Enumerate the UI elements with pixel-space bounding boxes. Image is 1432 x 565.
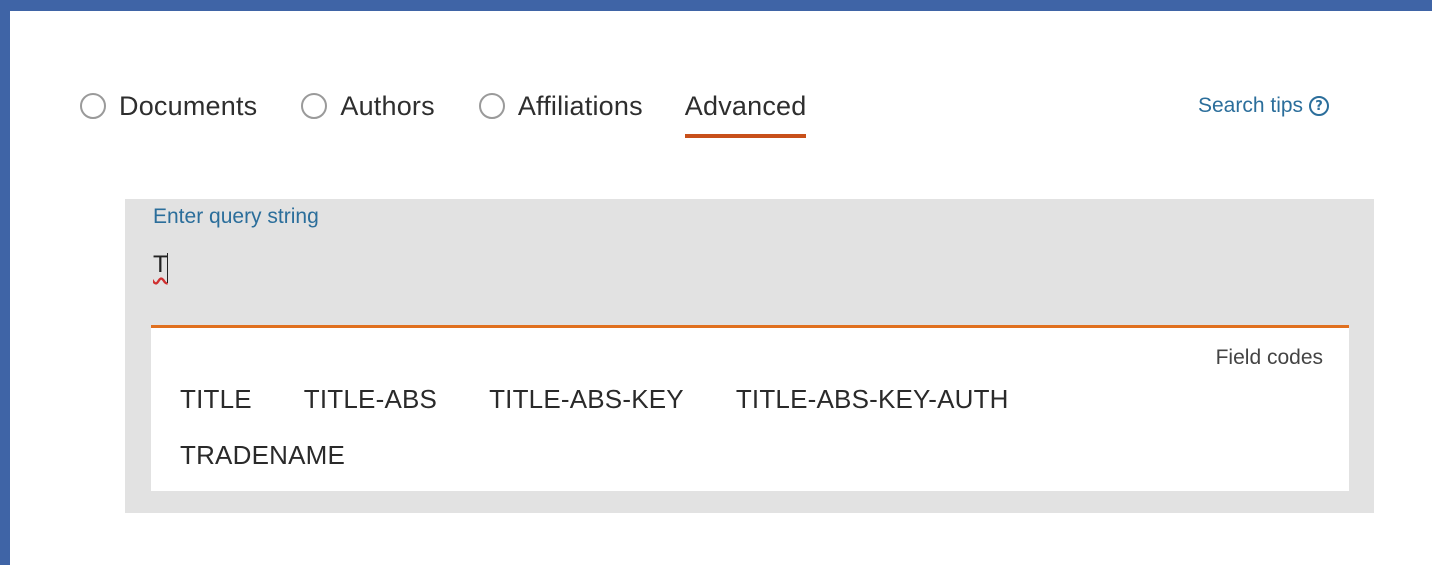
field-codes-title: Field codes xyxy=(1215,346,1323,369)
field-code-title-abs-key[interactable]: TITLE-ABS-KEY xyxy=(489,384,684,415)
query-input[interactable]: T xyxy=(153,251,168,279)
text-cursor xyxy=(167,253,168,283)
affiliations-radio[interactable] xyxy=(478,93,505,119)
field-code-title[interactable]: TITLE xyxy=(180,384,252,415)
query-string-box: Enter query string T Field codes TITLE T… xyxy=(125,199,1374,513)
tab-documents[interactable]: Documents xyxy=(80,91,257,121)
tab-authors[interactable]: Authors xyxy=(301,90,435,121)
search-tips-label: Search tips xyxy=(1198,94,1304,117)
field-code-title-abs[interactable]: TITLE-ABS xyxy=(304,384,437,415)
tab-affiliations[interactable]: Affiliations xyxy=(478,90,643,121)
field-codes-row-1: TITLE TITLE-ABS TITLE-ABS-KEY TITLE-ABS-… xyxy=(180,384,1061,415)
tab-documents-label: Documents xyxy=(119,90,258,121)
search-type-tabs: Documents Authors Affiliations Advanced xyxy=(80,91,850,139)
tab-advanced[interactable]: Advanced xyxy=(684,90,807,138)
help-circle-icon[interactable]: ? xyxy=(1309,96,1330,116)
tab-authors-label: Authors xyxy=(340,90,435,121)
field-code-tradename[interactable]: TRADENAME xyxy=(180,440,345,471)
authors-radio[interactable] xyxy=(301,93,328,119)
documents-radio[interactable] xyxy=(80,93,106,119)
query-field-label: Enter query string xyxy=(153,205,319,228)
field-codes-dropdown: Field codes TITLE TITLE-ABS TITLE-ABS-KE… xyxy=(151,328,1349,491)
tab-advanced-label: Advanced xyxy=(684,90,807,121)
search-tips-link[interactable]: Search tips ? xyxy=(1198,94,1330,118)
search-panel: Documents Authors Affiliations Advanced … xyxy=(10,11,1432,565)
field-code-title-abs-key-auth[interactable]: TITLE-ABS-KEY-AUTH xyxy=(736,384,1009,415)
tab-affiliations-label: Affiliations xyxy=(517,90,643,121)
field-codes-row-2: TRADENAME xyxy=(180,440,397,471)
